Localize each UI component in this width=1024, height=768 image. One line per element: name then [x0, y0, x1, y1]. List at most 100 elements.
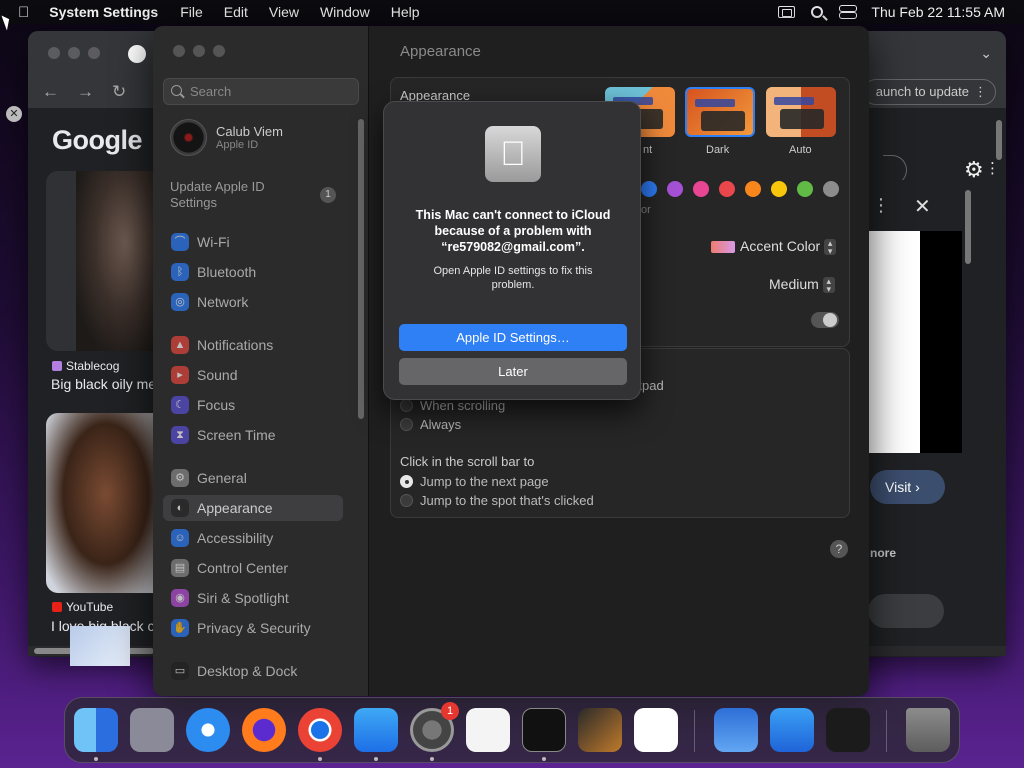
highlight-color-popup[interactable]: Accent Color ▴ ▾	[711, 238, 837, 256]
zoom-button[interactable]	[88, 47, 100, 59]
apps-grid-icon[interactable]: ⋮⋮⋮	[985, 159, 1006, 177]
sidebar-item-label: General	[197, 470, 247, 486]
help-button[interactable]: ?	[830, 540, 848, 558]
apple-id-settings-button[interactable]: Apple ID Settings…	[399, 324, 627, 351]
control-center-icon[interactable]	[839, 5, 858, 19]
screen-mirroring-icon[interactable]	[778, 6, 796, 18]
click-option-spot-clicked[interactable]: Jump to the spot that's clicked	[400, 493, 594, 508]
menu-window[interactable]: Window	[320, 4, 370, 20]
close-icon[interactable]: ✕	[914, 194, 931, 219]
textedit-icon[interactable]	[466, 708, 510, 752]
accent-swatch-4[interactable]	[745, 181, 761, 197]
sidebar-item-screen-time[interactable]: ⧗ Screen Time	[163, 422, 343, 448]
pill-button[interactable]	[868, 594, 944, 628]
sidebar-scrollbar[interactable]	[358, 119, 364, 419]
minimize-button[interactable]	[193, 45, 205, 57]
close-button[interactable]	[48, 47, 60, 59]
image-result-card[interactable]	[46, 171, 166, 351]
google-logo[interactable]: Google	[52, 125, 143, 156]
menu-file[interactable]: File	[180, 4, 203, 20]
radio-button[interactable]	[400, 418, 413, 431]
more-vert-icon[interactable]: ⋮	[872, 195, 890, 216]
sidebar-item-siri-spotlight[interactable]: ◉ Siri & Spotlight	[163, 585, 343, 611]
accent-swatch-3[interactable]	[719, 181, 735, 197]
close-button[interactable]	[173, 45, 185, 57]
sidebar-item-bluetooth[interactable]: ᛒ Bluetooth	[163, 259, 343, 285]
radio-button[interactable]	[400, 399, 413, 412]
scrollbar[interactable]	[996, 120, 1002, 160]
sidebar-item-accessibility[interactable]: ☺ Accessibility	[163, 525, 343, 551]
relaunch-to-update-button[interactable]: aunch to update ⋮	[862, 79, 996, 105]
accent-swatch-2[interactable]	[693, 181, 709, 197]
radio-button[interactable]	[400, 494, 413, 507]
safari-icon[interactable]	[186, 708, 230, 752]
menu-edit[interactable]: Edit	[224, 4, 248, 20]
apple-menu-icon[interactable]: 	[18, 4, 29, 21]
sidebar-icon-size-popup[interactable]: Medium ▴ ▾	[769, 276, 835, 294]
theme-auto-thumbnail[interactable]	[766, 87, 836, 137]
accent-swatch-7[interactable]	[823, 181, 839, 197]
spotlight-search-icon[interactable]	[811, 6, 824, 18]
back-arrow-icon[interactable]: ←	[42, 82, 59, 102]
sidebar-item-notifications[interactable]: ▲ Notifications	[163, 332, 343, 358]
sidebar-item-privacy-security[interactable]: ✋ Privacy & Security	[163, 615, 343, 641]
running-indicator	[542, 757, 546, 761]
sidebar-item-focus[interactable]: ☾ Focus	[163, 392, 343, 418]
theme-dark-thumbnail[interactable]	[685, 87, 755, 137]
close-icon[interactable]: ✕	[6, 106, 22, 122]
launchpad-icon[interactable]	[130, 708, 174, 752]
later-button[interactable]: Later	[399, 358, 627, 385]
zoom-button[interactable]	[213, 45, 225, 57]
youtube-favicon-icon	[52, 602, 62, 612]
menu-help[interactable]: Help	[391, 4, 420, 20]
garageband-icon[interactable]	[578, 708, 622, 752]
click-option-next-page[interactable]: Jump to the next page	[400, 474, 549, 489]
scroll-option-when-scrolling[interactable]: When scrolling	[400, 398, 505, 413]
chrome-icon[interactable]	[298, 708, 342, 752]
menu-clock[interactable]: Thu Feb 22 11:55 AM	[871, 4, 1005, 20]
sidebar-item-network[interactable]: ◎ Network	[163, 289, 343, 315]
search-placeholder: Search	[190, 84, 232, 99]
keynote-icon[interactable]	[770, 708, 814, 752]
scrollbar[interactable]	[965, 190, 971, 264]
terminal-icon[interactable]	[522, 708, 566, 752]
sidebar-item-label: Privacy & Security	[197, 620, 311, 636]
accent-swatch-0[interactable]	[641, 181, 657, 197]
image-result-card[interactable]	[46, 413, 166, 593]
sidebar-item-sound[interactable]: ▸ Sound	[163, 362, 343, 388]
tab-search-chevron-icon[interactable]: ⌄	[980, 45, 992, 62]
settings-gear-icon[interactable]: ⚙	[964, 157, 984, 183]
reload-icon[interactable]: ↻	[112, 82, 126, 102]
accent-swatch-5[interactable]	[771, 181, 787, 197]
app-menu[interactable]: System Settings	[49, 4, 158, 20]
google-favicon-icon[interactable]	[128, 45, 146, 63]
accent-swatch-1[interactable]	[667, 181, 683, 197]
sidebar-item-general[interactable]: ⚙ General	[163, 465, 343, 491]
search-input[interactable]: Search	[163, 78, 359, 105]
bing-icon[interactable]	[826, 708, 870, 752]
menu-view[interactable]: View	[269, 4, 299, 20]
app-store-icon[interactable]	[354, 708, 398, 752]
more-link[interactable]: nore	[870, 546, 896, 560]
forward-arrow-icon[interactable]: →	[77, 82, 94, 102]
apple-id-user[interactable]: Calub Viem Apple ID	[170, 119, 283, 156]
firefox-icon[interactable]	[242, 708, 286, 752]
theme-auto-label: Auto	[789, 144, 812, 156]
wallpaper-tinting-toggle[interactable]	[811, 312, 839, 328]
sidebar-item-appearance[interactable]: ◐ Appearance	[163, 495, 343, 521]
weather-icon[interactable]	[714, 708, 758, 752]
sidebar-item-wi-fi[interactable]: ⌒ Wi-Fi	[163, 229, 343, 255]
sidebar-item-label: Desktop & Dock	[197, 663, 298, 679]
trash-icon[interactable]	[906, 708, 950, 752]
sidebar-item-control-center[interactable]: ▤ Control Center	[163, 555, 343, 581]
vscode-icon[interactable]	[634, 708, 678, 752]
more-vert-icon[interactable]: ⋮	[974, 80, 987, 104]
visit-button[interactable]: Visit ›	[870, 470, 945, 504]
accent-swatch-6[interactable]	[797, 181, 813, 197]
update-apple-id-item[interactable]: Update Apple ID Settings	[170, 179, 265, 211]
radio-button-selected[interactable]	[400, 475, 413, 488]
sidebar-item-desktop-dock[interactable]: ▭ Desktop & Dock	[163, 658, 343, 684]
finder-icon[interactable]	[74, 708, 118, 752]
minimize-button[interactable]	[68, 47, 80, 59]
scroll-option-always[interactable]: Always	[400, 417, 461, 432]
